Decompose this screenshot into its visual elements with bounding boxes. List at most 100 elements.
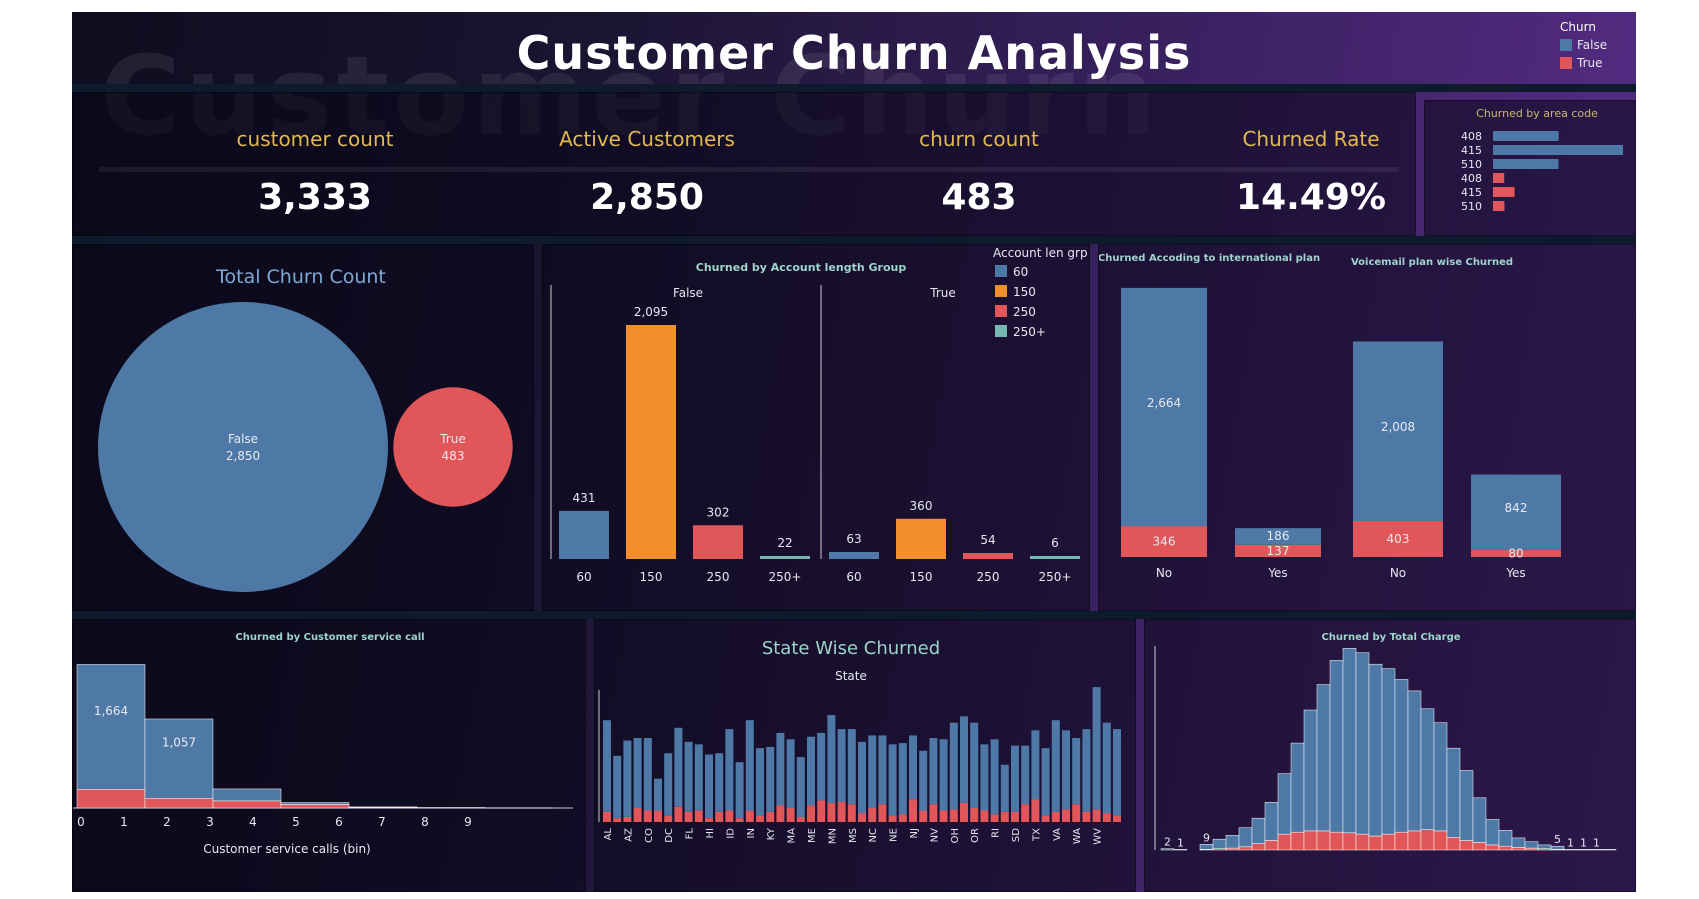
state-bar-false (827, 715, 836, 803)
state-bar-false (1062, 730, 1070, 810)
kpi-active-customers-value: 2,850 (590, 177, 704, 218)
account-length-bar (626, 325, 676, 559)
page-title: Customer Churn Analysis (516, 26, 1192, 80)
total-charge-bar-true (1290, 831, 1305, 851)
total-charge-panel: Churned by Total Charge 2 1 9 5 1 1 1 (1144, 619, 1636, 892)
account-length-legend-label: 250+ (1013, 325, 1046, 339)
account-length-bar (829, 551, 879, 559)
total-charge-bar-false (1251, 817, 1266, 844)
state-bar-false (868, 735, 877, 808)
state-bar-true (1092, 809, 1101, 822)
state-tick-label: CO (644, 828, 655, 843)
total-charge-data-label: 2 (1164, 836, 1171, 849)
service-calls-tick-label: 3 (206, 815, 214, 829)
state-bar-false (1041, 748, 1050, 816)
state-bar-false (919, 750, 928, 811)
state-bar-false (623, 740, 632, 817)
state-bar-true (868, 808, 877, 822)
account-length-data-label: 302 (707, 505, 730, 519)
total-charge-bar-false (1550, 845, 1565, 850)
area-code-chart: Churned by area code408415510408415510 (1461, 107, 1623, 213)
state-bar-false (766, 746, 775, 812)
area-code-tick-label: 415 (1461, 186, 1482, 199)
state-bar-true (1062, 809, 1070, 822)
kpi-panel: customer count 3,333 Active Customers 2,… (72, 92, 1416, 236)
state-bar-false (847, 729, 856, 805)
state-bar-true (643, 810, 652, 822)
service-calls-tick-label: 7 (378, 815, 386, 829)
total-churn-chart: Total Churn Count False 2,850 True 483 (98, 266, 513, 592)
state-bar-true (960, 802, 968, 822)
account-length-data-label: 22 (777, 536, 792, 550)
state-bar-false (980, 744, 989, 811)
total-charge-bar-false (1199, 844, 1214, 850)
state-bar-false (1082, 729, 1091, 812)
state-bar-true (756, 815, 764, 822)
total-charge-bar-false (1277, 773, 1292, 835)
service-calls-bar-true (144, 798, 214, 809)
total-charge-bar-false (1524, 841, 1539, 849)
international-plan-data-label: 186 (1267, 529, 1290, 543)
total-charge-bar-false (1602, 849, 1617, 851)
state-tick-label: NV (929, 828, 940, 842)
total-charge-bar-true (1329, 831, 1344, 851)
state-tick-label: TX (1031, 828, 1042, 842)
state-bar-true (1041, 815, 1050, 822)
area-code-bar (1493, 145, 1623, 155)
state-tick-label: AZ (623, 828, 634, 842)
total-charge-data-label: 9 (1203, 831, 1210, 844)
area-code-bar (1493, 173, 1505, 183)
state-bar-false (1011, 745, 1019, 812)
state-bar-true (929, 804, 938, 822)
total-charge-bar-false (1498, 830, 1513, 847)
account-length-bar (760, 556, 810, 559)
true-swatch (1560, 57, 1572, 69)
service-calls-bar-false (212, 788, 282, 802)
churn-legend-item-false[interactable]: False (1560, 38, 1630, 52)
voicemail-plan-data-label: 403 (1387, 532, 1410, 546)
total-charge-bar-true (1316, 830, 1331, 851)
total-charge-bar-false (1394, 679, 1409, 833)
total-charge-bar-true (1498, 845, 1513, 851)
state-bar-false (674, 727, 683, 807)
total-charge-data-label: 1 (1567, 836, 1574, 849)
voicemail-plan-title: Voicemail plan wise Churned (1351, 257, 1513, 268)
account-length-panel-label: False (673, 286, 703, 300)
state-bar-true (878, 804, 887, 822)
state-bar-false (817, 732, 826, 801)
account-length-bar (693, 525, 743, 559)
total-charge-bar-false (1381, 668, 1396, 835)
total-charge-bar-false (1472, 797, 1487, 843)
total-churn-title: Total Churn Count (215, 266, 386, 288)
state-bar-true (1011, 811, 1019, 822)
account-length-tick-label: 250+ (1039, 570, 1072, 584)
state-bar-true (664, 815, 673, 822)
state-bar-true (745, 810, 754, 822)
service-calls-tick-label: 4 (249, 815, 257, 829)
state-bar-true (735, 818, 744, 822)
total-charge-bar-false (1316, 684, 1331, 832)
account-length-legend-label: 150 (1013, 285, 1036, 299)
state-bar-true (725, 810, 734, 822)
area-code-tick-label: 408 (1461, 172, 1482, 185)
state-bar-false (1000, 764, 1009, 812)
kpi-churned-rate-value: 14.49% (1236, 177, 1386, 218)
total-charge-bar-true (1407, 830, 1422, 851)
account-length-data-label: 360 (910, 499, 933, 513)
state-bar-false (1113, 729, 1121, 816)
state-tick-label: MA (787, 828, 798, 844)
total-charge-bar-true (1303, 830, 1318, 851)
account-length-bar (963, 552, 1013, 559)
churn-legend-item-true[interactable]: True (1560, 56, 1630, 70)
account-length-data-label: 63 (846, 532, 861, 546)
total-charge-bar-true (1264, 840, 1279, 851)
state-bar-false (745, 720, 754, 811)
state-bar-true (909, 799, 917, 822)
state-tick-label: ID (725, 828, 736, 839)
state-tick-label: FL (685, 828, 696, 840)
state-title: State Wise Churned (762, 638, 940, 659)
state-bar-true (613, 818, 622, 822)
total-charge-bar-false (1342, 648, 1357, 834)
state-bar-false (643, 738, 652, 811)
separator (72, 236, 1636, 244)
